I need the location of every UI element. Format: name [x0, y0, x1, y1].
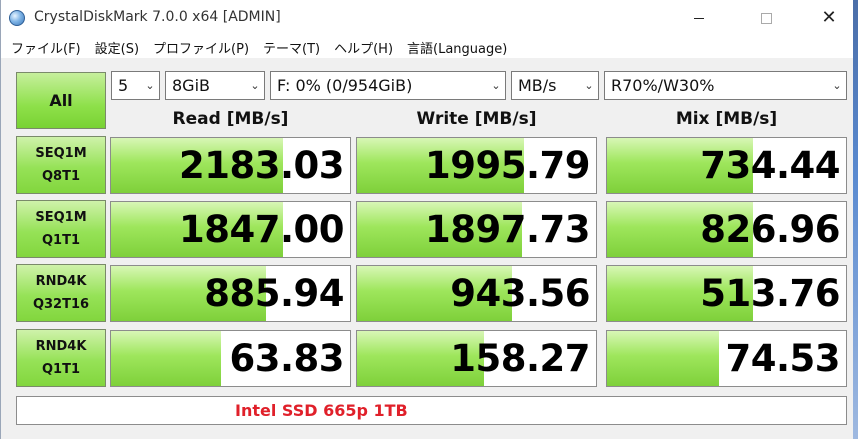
score-bar — [607, 331, 720, 386]
row-label-line2: Q1T1 — [41, 233, 80, 248]
menu-file[interactable]: ファイル(F) — [1, 38, 88, 57]
test-size-select[interactable]: 8GiB ⌄ — [165, 71, 265, 100]
result-cell-write: 158.27 — [356, 330, 597, 387]
score-value: 63.83 — [229, 337, 344, 380]
score-value: 1847.00 — [178, 208, 345, 251]
chevron-down-icon: ⌄ — [145, 79, 155, 92]
score-value: 2183.03 — [178, 144, 345, 187]
result-cell-write: 1995.79 — [356, 137, 597, 194]
chevron-down-icon: ⌄ — [832, 79, 842, 92]
result-cell-write: 1897.73 — [356, 201, 597, 258]
disk-app-icon — [9, 10, 25, 26]
maximize-icon — [760, 12, 772, 24]
result-cell-mix: 74.53 — [606, 330, 847, 387]
write-column-header: Write [MB/s] — [416, 109, 537, 129]
unit-select[interactable]: MB/s ⌄ — [511, 71, 599, 100]
result-cell-read: 63.83 — [110, 330, 351, 387]
rnd4k-q1t1-button[interactable]: RND4K Q1T1 — [16, 329, 106, 387]
mix-column-header: Mix [MB/s] — [675, 109, 778, 129]
row-label-line2: Q32T16 — [32, 297, 90, 312]
score-value: 943.56 — [450, 272, 590, 315]
test-count-select[interactable]: 5 ⌄ — [111, 71, 160, 100]
result-cell-mix: 826.96 — [606, 201, 847, 258]
maximize-button[interactable] — [743, 0, 789, 36]
read-column-header: Read [MB/s] — [172, 109, 289, 129]
close-icon: ✕ — [821, 7, 837, 28]
mix-ratio-select[interactable]: R70%/W30% ⌄ — [604, 71, 847, 100]
result-cell-read: 885.94 — [110, 265, 351, 322]
score-value: 734.44 — [700, 144, 840, 187]
row-label-line1: RND4K — [35, 339, 87, 354]
score-value: 1897.73 — [424, 208, 591, 251]
menu-help[interactable]: ヘルプ(H) — [327, 38, 400, 57]
comment-text: Intel SSD 665p 1TB — [235, 401, 408, 420]
drive-select[interactable]: F: 0% (0/954GiB) ⌄ — [270, 71, 506, 100]
chevron-down-icon: ⌄ — [491, 79, 501, 92]
result-cell-write: 943.56 — [356, 265, 597, 322]
score-value: 1995.79 — [424, 144, 591, 187]
row-label-line2: Q1T1 — [41, 362, 80, 377]
result-cell-mix: 734.44 — [606, 137, 847, 194]
row-label-line1: SEQ1M — [35, 210, 87, 225]
comment-field[interactable]: Intel SSD 665p 1TB — [16, 396, 847, 425]
score-value: 74.53 — [725, 337, 840, 380]
seq1m-q8t1-button[interactable]: SEQ1M Q8T1 — [16, 136, 106, 194]
unit-value: MB/s — [518, 76, 557, 95]
score-value: 826.96 — [700, 208, 840, 251]
menu-bar: ファイル(F) 設定(S) プロファイル(P) テーマ(T) ヘルプ(H) 言語… — [1, 36, 854, 58]
mix-ratio-value: R70%/W30% — [611, 76, 715, 95]
drive-value: F: 0% (0/954GiB) — [277, 76, 413, 95]
menu-settings[interactable]: 設定(S) — [88, 38, 146, 57]
result-cell-read: 1847.00 — [110, 201, 351, 258]
score-bar — [111, 331, 221, 386]
menu-theme[interactable]: テーマ(T) — [256, 38, 327, 57]
menu-language[interactable]: 言語(Language) — [400, 38, 514, 57]
score-value: 158.27 — [450, 337, 590, 380]
result-cell-mix: 513.76 — [606, 265, 847, 322]
minimize-icon — [694, 17, 704, 19]
window-title: CrystalDiskMark 7.0.0 x64 [ADMIN] — [34, 9, 281, 25]
rnd4k-q32t16-button[interactable]: RND4K Q32T16 — [16, 264, 106, 322]
app-window: CrystalDiskMark 7.0.0 x64 [ADMIN] ✕ ファイル… — [0, 0, 858, 439]
score-value: 513.76 — [700, 272, 840, 315]
result-cell-read: 2183.03 — [110, 137, 351, 194]
chevron-down-icon: ⌄ — [250, 79, 260, 92]
score-value: 885.94 — [204, 272, 344, 315]
chevron-down-icon: ⌄ — [584, 79, 594, 92]
desktop-background — [853, 0, 858, 439]
row-label-line2: Q8T1 — [41, 169, 80, 184]
test-size-value: 8GiB — [172, 76, 210, 95]
title-bar[interactable]: CrystalDiskMark 7.0.0 x64 [ADMIN] ✕ — [1, 0, 854, 36]
row-label-line1: SEQ1M — [35, 146, 87, 161]
menu-profile[interactable]: プロファイル(P) — [146, 38, 256, 57]
minimize-button[interactable] — [676, 0, 722, 36]
test-count-value: 5 — [118, 76, 129, 95]
row-label-line1: RND4K — [35, 274, 87, 289]
all-button[interactable]: All — [16, 72, 106, 129]
close-button[interactable]: ✕ — [806, 0, 852, 36]
seq1m-q1t1-button[interactable]: SEQ1M Q1T1 — [16, 200, 106, 258]
